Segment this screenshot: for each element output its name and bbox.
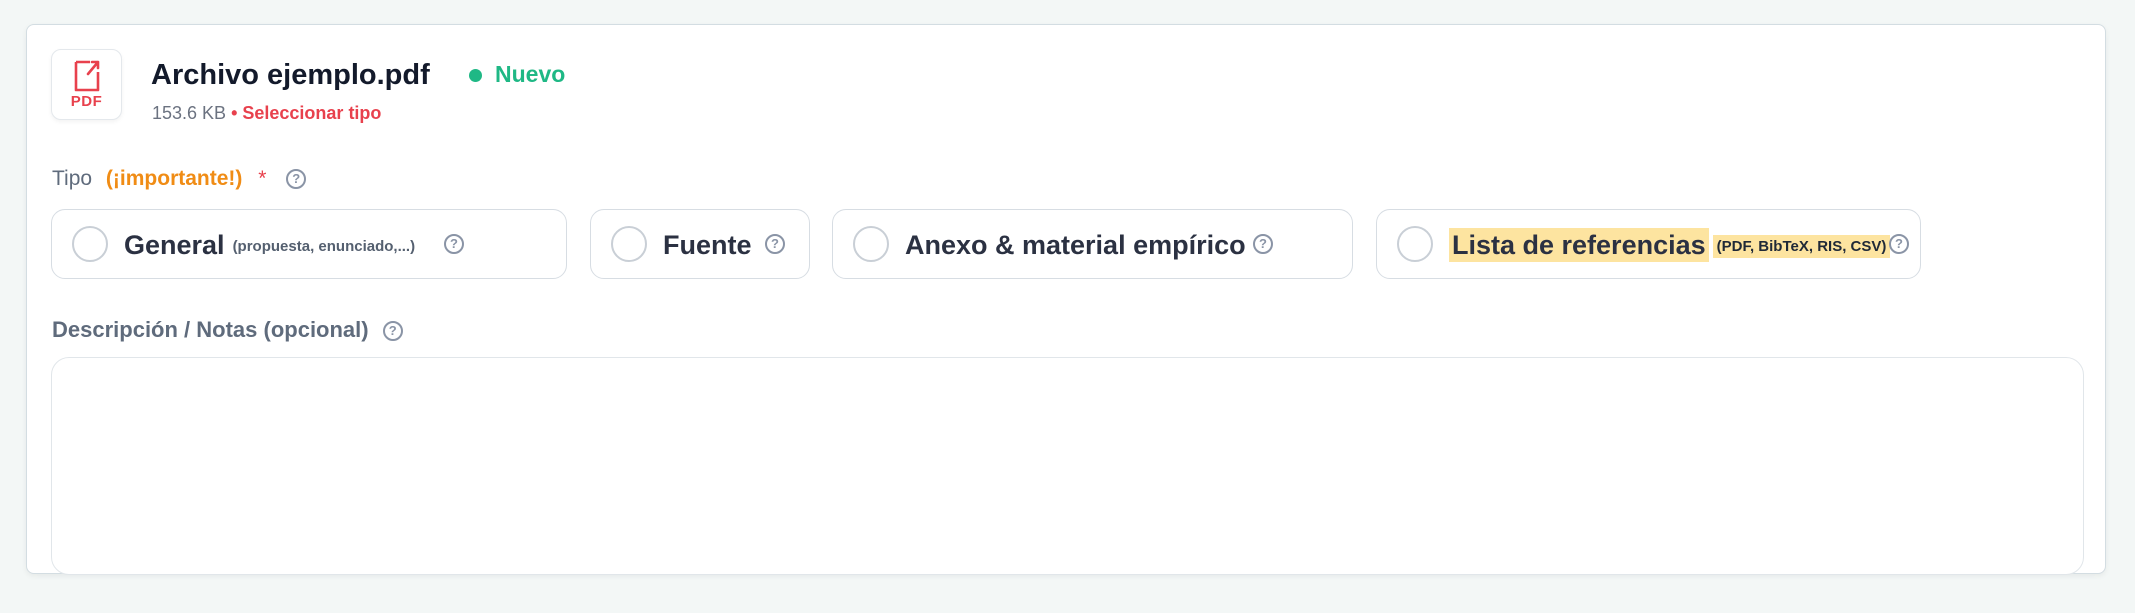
description-label: Descripción / Notas (opcional) ? — [52, 317, 403, 343]
description-label-text: Descripción / Notas (opcional) — [52, 317, 369, 342]
type-option-fuente[interactable]: Fuente ? — [590, 209, 810, 279]
status-dot-icon — [469, 69, 482, 82]
type-option-label: General (propuesta, enunciado,...) — [124, 230, 415, 261]
description-textarea[interactable] — [51, 357, 2084, 575]
file-meta: 153.6 KB • Seleccionar tipo — [152, 103, 381, 124]
select-type-warning: • Seleccionar tipo — [231, 103, 382, 123]
file-name: Archivo ejemplo.pdf — [151, 59, 430, 91]
radio-general[interactable] — [72, 226, 108, 262]
type-option-referencias[interactable]: Lista de referencias (PDF, BibTeX, RIS, C… — [1376, 209, 1921, 279]
type-label: Tipo (¡importante!) * ? — [52, 167, 307, 191]
type-option-label: Fuente — [663, 230, 752, 260]
option-label-text: Lista de referencias — [1449, 228, 1709, 262]
radio-referencias[interactable] — [1397, 226, 1433, 262]
file-size: 153.6 KB — [152, 103, 227, 123]
type-option-anexo[interactable]: Anexo & material empírico ? — [832, 209, 1353, 279]
option-sublabel: (propuesta, enunciado,...) — [232, 238, 416, 255]
help-icon[interactable]: ? — [1889, 234, 1909, 254]
help-icon[interactable]: ? — [765, 234, 785, 254]
type-option-label: Lista de referencias (PDF, BibTeX, RIS, C… — [1449, 228, 1891, 262]
help-icon[interactable]: ? — [444, 234, 464, 254]
help-icon[interactable]: ? — [382, 321, 403, 342]
help-icon[interactable]: ? — [1253, 234, 1273, 254]
radio-anexo[interactable] — [853, 226, 889, 262]
file-upload-card: PDF Archivo ejemplo.pdf Nuevo 153.6 KB •… — [26, 24, 2106, 575]
pdf-icon-label: PDF — [70, 92, 103, 110]
option-label-text: General — [124, 230, 225, 260]
option-sublabel: (PDF, BibTeX, RIS, CSV) — [1712, 235, 1891, 258]
important-note: (¡importante!) — [105, 167, 243, 190]
pdf-file-icon: PDF — [51, 49, 122, 120]
status-badge: Nuevo — [495, 61, 566, 87]
type-label-text: Tipo — [52, 167, 93, 190]
help-icon[interactable]: ? — [286, 169, 307, 190]
document-icon — [74, 60, 99, 91]
type-option-label: Anexo & material empírico — [905, 230, 1246, 260]
radio-fuente[interactable] — [611, 226, 647, 262]
type-option-general[interactable]: General (propuesta, enunciado,...) ? — [51, 209, 567, 279]
required-mark: * — [258, 167, 267, 190]
